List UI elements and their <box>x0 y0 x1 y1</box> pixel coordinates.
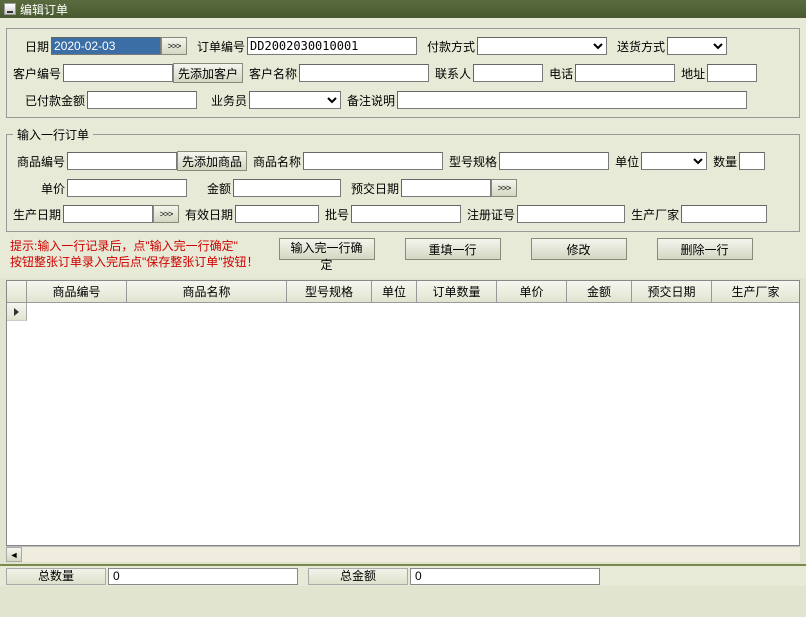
grid-col-due-date[interactable]: 预交日期 <box>632 281 712 302</box>
header-group: 日期 >>> 订单编号 付款方式 送货方式 客户编号 先添加客户 客户名称 联系… <box>6 28 800 118</box>
pay-method-select[interactable] <box>477 37 607 55</box>
grid-row-selector-header <box>7 281 27 302</box>
total-amount-value <box>410 568 600 585</box>
hint-line1: 提示:输入一行记录后，点"输入完一行确定" <box>10 238 259 254</box>
qty-label: 数量 <box>713 153 737 170</box>
horizontal-scrollbar[interactable]: ◄ <box>6 546 800 562</box>
reg-no-label: 注册证号 <box>467 206 515 223</box>
product-no-input[interactable] <box>67 152 177 170</box>
due-date-label: 预交日期 <box>351 180 399 197</box>
due-date-picker-button[interactable]: >>> <box>491 179 517 197</box>
paid-amount-input[interactable] <box>87 91 197 109</box>
prod-date-input[interactable] <box>63 205 153 223</box>
contact-label: 联系人 <box>435 65 471 82</box>
cust-name-input[interactable] <box>299 64 429 82</box>
hint-line2: 按钮整张订单录入完后点"保存整张订单"按钮！ <box>10 254 259 270</box>
batch-label: 批号 <box>325 206 349 223</box>
line-entry-group: 输入一行订单 商品编号 先添加商品 商品名称 型号规格 单位 数量 单价 金额 … <box>6 126 800 232</box>
grid-col-spec[interactable]: 型号规格 <box>287 281 372 302</box>
qty-input[interactable] <box>739 152 765 170</box>
add-product-button[interactable]: 先添加商品 <box>177 151 247 171</box>
minimize-icon[interactable] <box>4 3 16 15</box>
grid-col-product-no[interactable]: 商品编号 <box>27 281 127 302</box>
prod-date-picker-button[interactable]: >>> <box>153 205 179 223</box>
remark-input[interactable] <box>397 91 747 109</box>
product-name-label: 商品名称 <box>253 153 301 170</box>
order-no-input[interactable] <box>247 37 417 55</box>
phone-input[interactable] <box>575 64 675 82</box>
address-label: 地址 <box>681 65 705 82</box>
price-label: 单价 <box>41 180 65 197</box>
grid-col-unit[interactable]: 单位 <box>372 281 417 302</box>
manufacturer-input[interactable] <box>681 205 767 223</box>
prod-date-label: 生产日期 <box>13 206 61 223</box>
add-customer-button[interactable]: 先添加客户 <box>173 63 243 83</box>
total-qty-value <box>108 568 298 585</box>
grid-header: 商品编号 商品名称 型号规格 单位 订单数量 单价 金额 预交日期 生产厂家 <box>7 281 799 303</box>
pay-method-label: 付款方式 <box>427 38 475 55</box>
modify-button[interactable]: 修改 <box>531 238 627 260</box>
total-amount-label: 总金额 <box>308 568 408 585</box>
current-row-indicator-icon[interactable] <box>7 303 27 321</box>
delivery-method-select[interactable] <box>667 37 727 55</box>
contact-input[interactable] <box>473 64 543 82</box>
delete-line-button[interactable]: 删除一行 <box>657 238 753 260</box>
valid-date-label: 有效日期 <box>185 206 233 223</box>
date-input[interactable] <box>51 37 161 55</box>
unit-select[interactable] <box>641 152 707 170</box>
manufacturer-label: 生产厂家 <box>631 206 679 223</box>
product-no-label: 商品编号 <box>17 153 65 170</box>
grid-body[interactable] <box>7 303 799 545</box>
refill-line-button[interactable]: 重填一行 <box>405 238 501 260</box>
spec-label: 型号规格 <box>449 153 497 170</box>
total-qty-label: 总数量 <box>6 568 106 585</box>
hint-text: 提示:输入一行记录后，点"输入完一行确定" 按钮整张订单录入完后点"保存整张订单… <box>10 238 259 270</box>
date-picker-button[interactable]: >>> <box>161 37 187 55</box>
amount-input[interactable] <box>233 179 341 197</box>
line-legend: 输入一行订单 <box>13 126 93 143</box>
action-row: 提示:输入一行记录后，点"输入完一行确定" 按钮整张订单录入完后点"保存整张订单… <box>10 238 800 270</box>
cust-no-input[interactable] <box>63 64 173 82</box>
price-input[interactable] <box>67 179 187 197</box>
order-no-label: 订单编号 <box>197 38 245 55</box>
delivery-method-label: 送货方式 <box>617 38 665 55</box>
date-label: 日期 <box>25 38 49 55</box>
scroll-track[interactable] <box>22 547 800 562</box>
amount-label: 金额 <box>207 180 231 197</box>
paid-amount-label: 已付款金额 <box>25 92 85 109</box>
batch-input[interactable] <box>351 205 461 223</box>
footer-bar: 总数量 总金额 <box>0 564 806 586</box>
window-title: 编辑订单 <box>20 1 68 18</box>
unit-label: 单位 <box>615 153 639 170</box>
grid-col-qty[interactable]: 订单数量 <box>417 281 497 302</box>
grid-col-price[interactable]: 单价 <box>497 281 567 302</box>
spec-input[interactable] <box>499 152 609 170</box>
grid-col-product-name[interactable]: 商品名称 <box>127 281 287 302</box>
confirm-line-button[interactable]: 输入完一行确定 <box>279 238 375 260</box>
titlebar: 编辑订单 <box>0 0 806 18</box>
scroll-left-icon[interactable]: ◄ <box>6 547 22 562</box>
form-area: 日期 >>> 订单编号 付款方式 送货方式 客户编号 先添加客户 客户名称 联系… <box>0 18 806 278</box>
grid-col-manufacturer[interactable]: 生产厂家 <box>712 281 799 302</box>
phone-label: 电话 <box>549 65 573 82</box>
grid-col-amount[interactable]: 金额 <box>567 281 632 302</box>
salesman-select[interactable] <box>249 91 341 109</box>
valid-date-input[interactable] <box>235 205 319 223</box>
address-input[interactable] <box>707 64 757 82</box>
remark-label: 备注说明 <box>347 92 395 109</box>
cust-name-label: 客户名称 <box>249 65 297 82</box>
product-name-input[interactable] <box>303 152 443 170</box>
salesman-label: 业务员 <box>211 92 247 109</box>
reg-no-input[interactable] <box>517 205 625 223</box>
cust-no-label: 客户编号 <box>13 65 61 82</box>
data-grid: 商品编号 商品名称 型号规格 单位 订单数量 单价 金额 预交日期 生产厂家 <box>6 280 800 546</box>
due-date-input[interactable] <box>401 179 491 197</box>
